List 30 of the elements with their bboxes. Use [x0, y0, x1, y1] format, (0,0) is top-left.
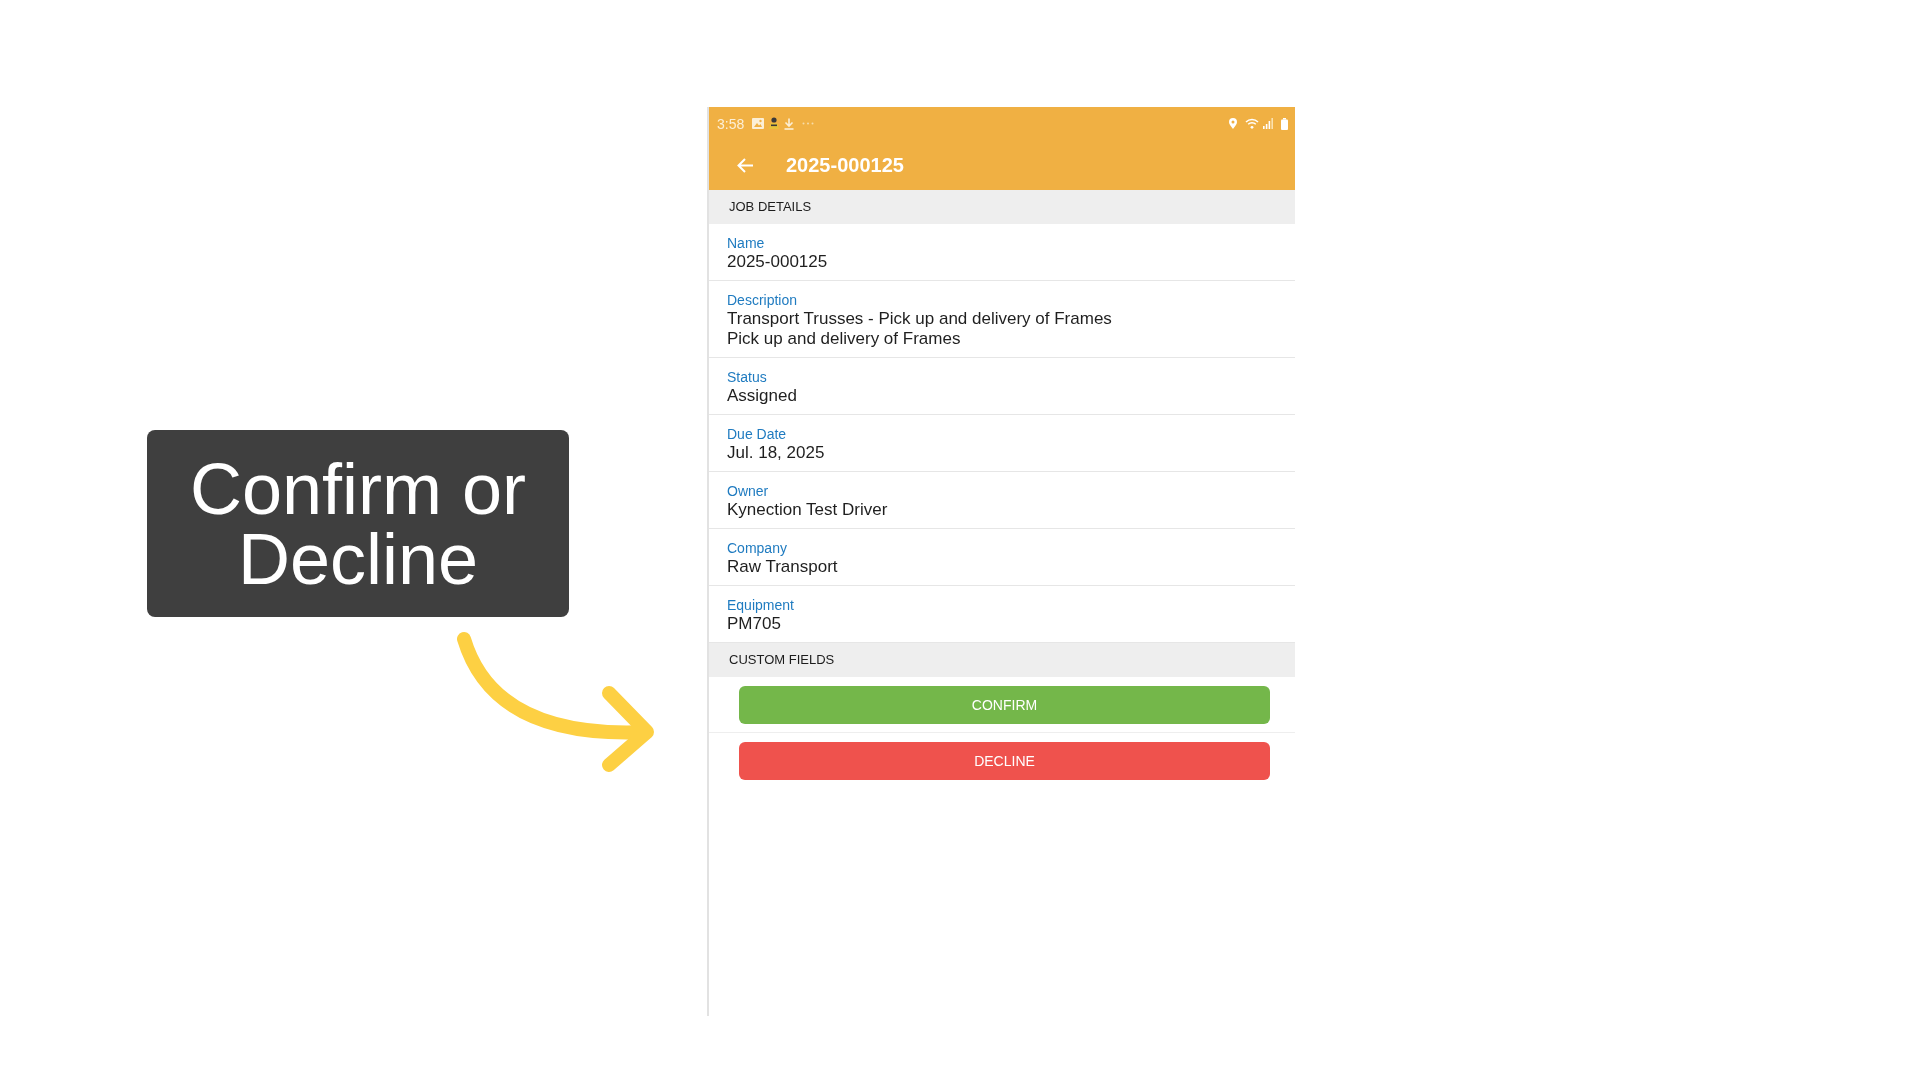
field-label: Name [727, 234, 766, 252]
signal-icon [1263, 118, 1273, 129]
confirm-button[interactable]: CONFIRM [739, 686, 1270, 724]
field-value: Assigned [727, 386, 798, 406]
field-value: Raw Transport [727, 557, 839, 577]
field-label: Owner [727, 482, 770, 500]
wifi-icon [1245, 118, 1259, 129]
status-time: 3:58 [717, 115, 745, 132]
field-value: 2025-000125 [727, 252, 829, 272]
image-icon [752, 118, 765, 129]
field-value: Jul. 18, 2025 [727, 443, 826, 463]
field-value: Kynection Test Driver [727, 500, 889, 520]
field-label: Status [727, 368, 768, 386]
figure-icon [768, 117, 781, 130]
field-label: Equipment [727, 596, 795, 614]
field-value: Transport Trusses - Pick up and delivery of Frames Pick up and delivery of Frames [727, 309, 1113, 349]
field-label: Description [727, 291, 799, 309]
section-header: CUSTOM FIELDS [709, 643, 1295, 677]
download-icon [784, 117, 795, 130]
field-label: Due Date [727, 425, 788, 443]
callout-label: Confirm or Decline [147, 430, 569, 617]
field-value: PM705 [727, 614, 782, 634]
more-dots-icon [802, 122, 815, 125]
battery-icon [1281, 117, 1288, 130]
location-pin-icon [1229, 118, 1237, 129]
decline-button[interactable]: DECLINE [739, 742, 1270, 780]
field-label: Company [727, 539, 788, 557]
screen-title: 2025-000125 [786, 153, 904, 177]
back-arrow-icon [736, 157, 754, 173]
section-header: JOB DETAILS [709, 190, 1295, 224]
